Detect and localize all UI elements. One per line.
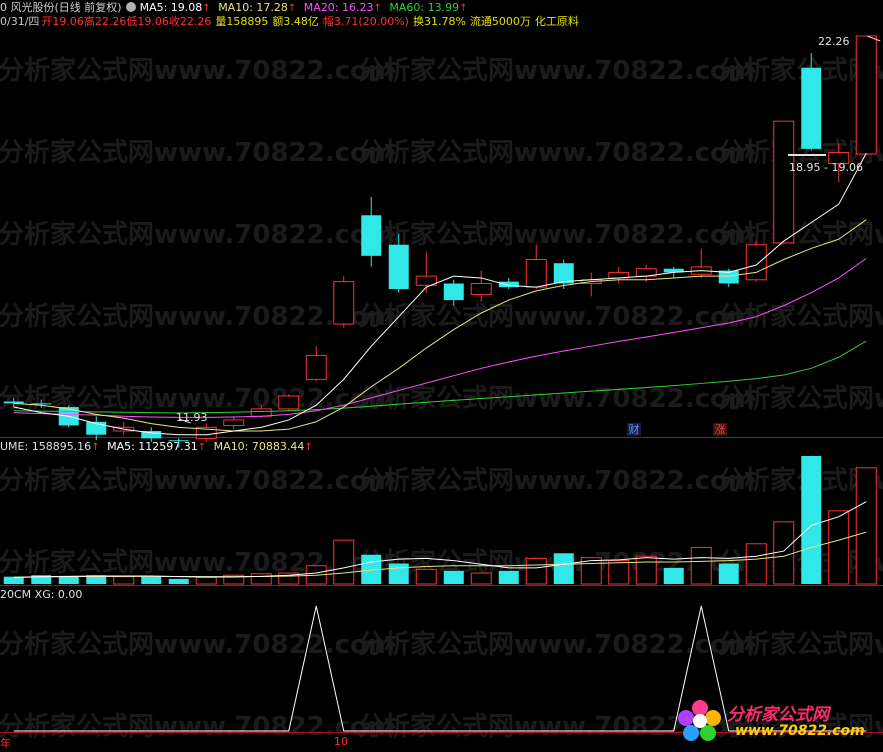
candle-body-down [443,283,464,301]
volume-bar-up [113,576,135,585]
volume-bar-up [635,555,657,585]
candle-body-up [250,408,272,417]
volume-bar-up [608,560,630,585]
candle-body-up [333,281,355,325]
volume-bar-down [388,563,409,584]
volume-bar-up [773,521,795,585]
volume-bar-up [828,510,850,585]
low-price-marker: 11.93 [176,411,208,424]
volume-bar-up [333,539,355,585]
candle-body-down [3,401,24,404]
volume-bar-up [415,568,437,585]
candle-body-down [388,244,409,290]
x-axis-left-label: 年 [0,737,11,750]
volume-bar-up [525,557,547,585]
site-logo: 分析家公式网 www.70822.com [675,698,880,746]
volume-bar-up [250,573,272,585]
volume-bar-down [168,578,189,584]
range-price-marker: 18.95 - 19.06 [789,161,863,174]
volume-bar-down [553,553,574,584]
limit-up-tag[interactable]: 涨 [713,423,727,436]
candle-body-down [801,67,822,149]
candle-body-up [278,395,300,410]
volume-bar-down [498,570,519,584]
candle-body-up [223,419,245,426]
finance-tag[interactable]: 财 [627,423,641,436]
flower-logo-icon [678,700,721,741]
volume-bar-up [470,572,492,585]
candle-body-down [498,281,519,288]
x-axis-mid-label: 10 [334,735,348,748]
high-price-marker: 22.26 [818,35,850,48]
volume-bar-down [141,576,162,584]
ma10-line [13,219,867,432]
kline-chart[interactable] [0,0,883,752]
volume-bar-down [718,563,739,584]
ma5-line [13,153,867,436]
candle-body-down [553,263,574,284]
candle-body-down [361,215,382,256]
candle-body-down [31,403,52,405]
volume-bar-down [443,570,464,584]
volume-bar-up [195,576,217,585]
candle-body-up [470,282,492,296]
ma60-line [13,340,867,414]
volume-bar-up [855,467,877,585]
candle-body-up [773,120,795,244]
volume-bar-up [690,546,712,585]
candle-body-up [745,244,767,281]
candle-body-up [855,35,877,155]
logo-url: www.70822.com [735,723,865,739]
candle-body-down [168,440,189,442]
logo-title: 分析家公式网 [727,705,829,725]
volume-bar-up [745,543,767,585]
volume-bar-down [663,567,684,584]
candle-body-up [305,354,327,380]
volume-bar-down [801,456,822,584]
candle-body-up [525,259,547,288]
